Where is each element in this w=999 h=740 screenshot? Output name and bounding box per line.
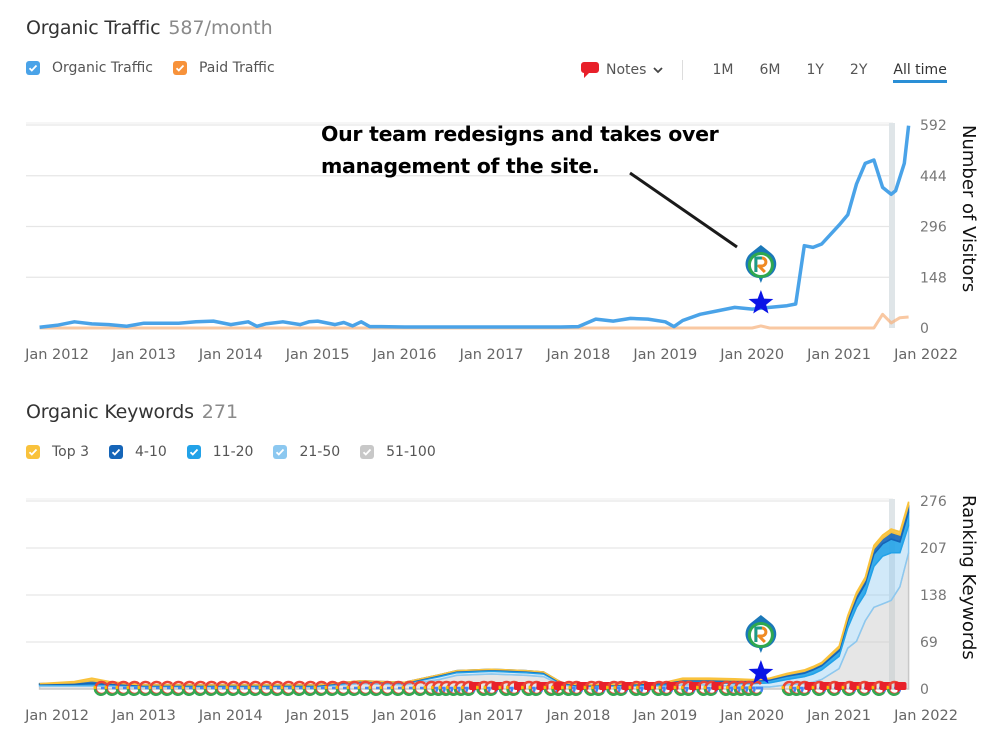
keywords-legend-item[interactable]: 21-50 xyxy=(273,444,340,460)
keywords-x-tick-label: Jan 2017 xyxy=(459,708,524,724)
keywords-legend-item[interactable]: 4-10 xyxy=(108,444,167,460)
series-area-top 3 xyxy=(39,501,910,686)
traffic-x-tick-label: Jan 2012 xyxy=(24,347,89,363)
traffic-y-axis-title: Number of Visitors xyxy=(958,125,979,293)
traffic-x-tick-label: Jan 2014 xyxy=(198,347,263,363)
series-area-21-50 xyxy=(38,525,910,688)
traffic-value: 587/month xyxy=(168,17,273,39)
range-tabs: 1M 6M 1Y 2Y All time xyxy=(699,57,959,83)
keywords-legend-item[interactable]: 11-20 xyxy=(186,444,254,460)
checkbox-icon[interactable] xyxy=(186,445,201,459)
traffic-x-tick-label: Jan 2017 xyxy=(459,347,524,363)
legend-label: 11-20 xyxy=(212,444,254,460)
keywords-value: 271 xyxy=(201,401,239,423)
annotation-pointer-line xyxy=(629,171,738,249)
keywords-legend-item[interactable]: 51-100 xyxy=(360,444,436,460)
traffic-x-tick-label: Jan 2013 xyxy=(111,347,176,363)
checkbox-icon[interactable] xyxy=(108,445,123,459)
keywords-y-tick-label: 138 xyxy=(920,588,947,604)
checkbox-icon[interactable] xyxy=(26,61,40,75)
keywords-x-tick-label: Jan 2013 xyxy=(111,708,176,724)
google-update-markers xyxy=(93,680,907,696)
traffic-x-tick-label: Jan 2021 xyxy=(806,347,871,363)
keywords-x-tick-label: Jan 2015 xyxy=(285,708,350,724)
keywords-y-tick-label: 69 xyxy=(920,635,938,651)
keywords-y-axis-title: Ranking Keywords xyxy=(958,495,979,660)
range-tab-1m[interactable]: 1M xyxy=(712,62,733,78)
keywords-chart: 0 69 138 207 276 Jan 2012 Jan 2013 Jan 2014 Jan … xyxy=(24,494,958,724)
keywords-x-tick-label: Jan 2021 xyxy=(806,708,871,724)
legend-label: 51-100 xyxy=(386,444,436,460)
keywords-x-tick-label: Jan 2014 xyxy=(198,708,263,724)
chart-toolbar: Notes 1M 6M 1Y 2Y All time xyxy=(580,57,960,83)
traffic-x-tick-label: Jan 2019 xyxy=(632,347,697,363)
legend-label: Paid Traffic xyxy=(198,60,275,76)
keywords-x-tick-label: Jan 2012 xyxy=(24,708,89,724)
traffic-y-tick-label: 592 xyxy=(920,118,947,134)
keywords-y-tick-label: 276 xyxy=(920,494,947,510)
keywords-redesign-marker[interactable] xyxy=(745,615,777,684)
legend-label: Top 3 xyxy=(52,444,89,460)
range-tab-2y[interactable]: 2Y xyxy=(850,62,867,78)
keywords-y-tick-label: 0 xyxy=(920,682,929,698)
checkbox-icon[interactable] xyxy=(273,445,288,459)
traffic-x-tick-label: Jan 2015 xyxy=(285,347,350,363)
annotation-line-1: Our team redesigns and takes over xyxy=(321,122,719,146)
traffic-header: Organic Traffic 587/month xyxy=(26,17,273,39)
keywords-legend: Top 3 4-10 11-20 21-50 51-100 xyxy=(26,444,456,460)
traffic-y-tick-label: 0 xyxy=(920,321,929,337)
series-area-11-20 xyxy=(38,511,910,688)
checkbox-icon[interactable] xyxy=(26,445,40,459)
notes-dropdown[interactable]: Notes xyxy=(580,61,664,79)
traffic-x-tick-label: Jan 2022 xyxy=(893,347,958,363)
traffic-x-tick-label: Jan 2018 xyxy=(545,347,610,363)
keywords-y-tick-label: 207 xyxy=(920,541,947,557)
traffic-redesign-marker[interactable] xyxy=(745,245,777,314)
keywords-x-tick-label: Jan 2016 xyxy=(372,708,437,724)
keywords-x-tick-label: Jan 2020 xyxy=(719,708,784,724)
traffic-y-tick-label: 444 xyxy=(920,169,947,185)
toolbar-divider xyxy=(682,60,684,80)
keywords-legend-item[interactable]: Top 3 xyxy=(26,444,89,460)
checkbox-icon[interactable] xyxy=(172,61,187,75)
range-tab-all-time[interactable]: All time xyxy=(893,62,947,83)
keywords-header: Organic Keywords 271 xyxy=(26,401,238,423)
traffic-x-tick-label: Jan 2016 xyxy=(372,347,437,363)
checkbox-icon[interactable] xyxy=(360,445,375,459)
traffic-legend-item[interactable]: Paid Traffic xyxy=(172,60,275,76)
traffic-legend: Organic Traffic Paid Traffic xyxy=(26,60,295,76)
traffic-x-tick-label: Jan 2020 xyxy=(719,347,784,363)
range-tab-6m[interactable]: 6M xyxy=(759,62,780,78)
keywords-x-tick-label: Jan 2018 xyxy=(545,708,610,724)
keywords-title: Organic Keywords xyxy=(26,401,194,423)
traffic-title: Organic Traffic xyxy=(26,17,161,39)
traffic-y-tick-label: 148 xyxy=(920,270,947,286)
keywords-x-tick-label: Jan 2019 xyxy=(632,708,697,724)
traffic-legend-item[interactable]: Organic Traffic xyxy=(26,60,153,76)
traffic-range-edge xyxy=(889,123,895,328)
legend-label: Organic Traffic xyxy=(52,60,153,76)
series-area-51-100 xyxy=(38,552,910,690)
legend-label: 4-10 xyxy=(134,444,167,460)
notes-icon xyxy=(581,62,599,78)
traffic-y-tick-label: 296 xyxy=(920,220,947,236)
range-tab-1y[interactable]: 1Y xyxy=(806,62,823,78)
chevron-down-icon xyxy=(653,67,664,74)
keywords-x-tick-label: Jan 2022 xyxy=(893,708,958,724)
notes-label: Notes xyxy=(606,62,647,78)
legend-label: 21-50 xyxy=(299,444,341,460)
